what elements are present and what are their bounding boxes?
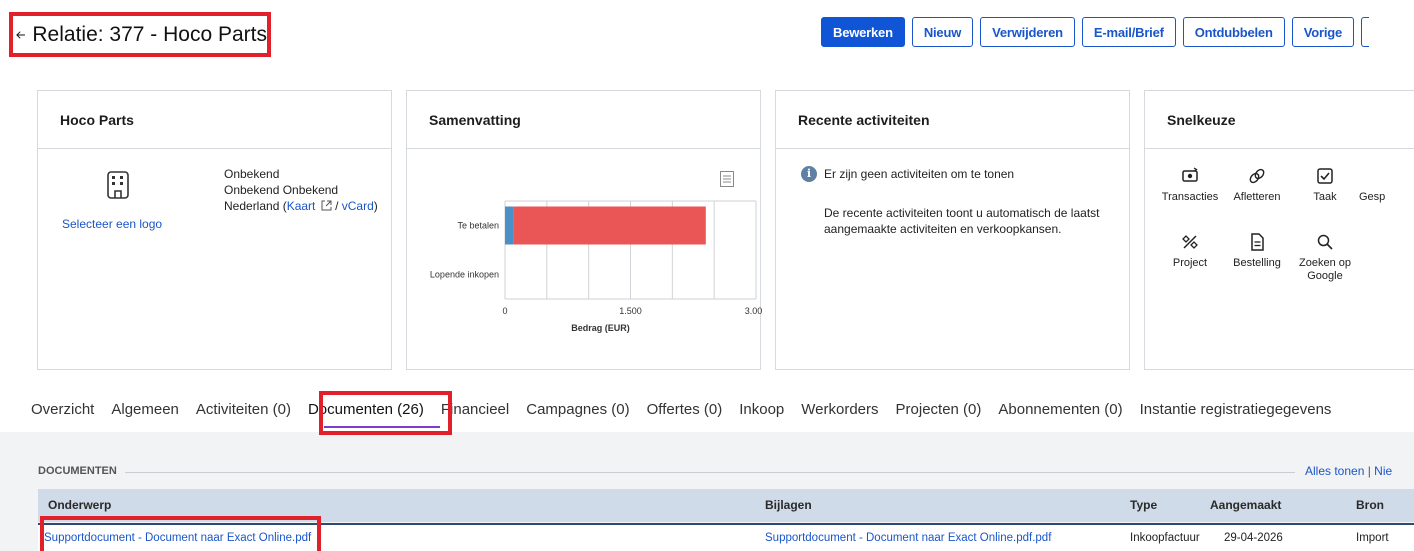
tab-projects[interactable]: Projecten (0) [896, 401, 982, 418]
column-subject[interactable]: Onderwerp [48, 498, 111, 512]
quick-link-transactions[interactable]: Transacties [1160, 167, 1220, 204]
x-tick-label: 0 [502, 306, 507, 316]
column-source[interactable]: Bron [1356, 498, 1384, 512]
document-created-date: 29-04-2026 [1224, 532, 1283, 544]
tab-instance-registration[interactable]: Instantie registratiegegevens [1140, 401, 1332, 418]
summary-bar-chart: Te betalen Lopende inkopen 0 1.500 3.000 Bedr… [430, 200, 762, 333]
quick-link-label: Bestelling [1233, 257, 1281, 269]
search-icon [1317, 234, 1333, 250]
address-line-1: Onbekend [224, 167, 280, 181]
tab-work-orders[interactable]: Werkorders [801, 401, 878, 418]
external-link-icon[interactable] [321, 200, 332, 211]
quick-link-order[interactable]: Bestelling [1227, 233, 1287, 270]
email-letter-button[interactable]: E-mail/Brief [1081, 17, 1176, 47]
quick-link-label: Afletteren [1233, 191, 1281, 203]
quick-link-task[interactable]: Taak [1295, 167, 1355, 204]
map-link[interactable]: Kaart [287, 199, 316, 213]
quick-link-reconcile[interactable]: Afletteren [1227, 167, 1287, 204]
page-title: Relatie: 377 - Hoco Parts [32, 22, 267, 46]
activities-card-title: Recente activiteiten [776, 91, 1129, 149]
edit-button[interactable]: Bewerken [821, 17, 905, 47]
x-tick-label: 3.000 [745, 306, 762, 316]
quick-link-project[interactable]: Project [1160, 233, 1220, 270]
project-icon [1182, 235, 1198, 249]
building-icon[interactable] [107, 171, 129, 199]
vcard-link[interactable]: vCard [342, 199, 374, 213]
summary-card: Samenvatting Te betalen Lopende inkopen 0 1… [406, 90, 762, 370]
address-block: Onbekend Onbekend Onbekend Nederland (Ka… [224, 166, 378, 214]
address-line-2: Onbekend Onbekend [224, 183, 339, 197]
info-icon: i [801, 166, 817, 182]
category-label: Lopende inkopen [430, 270, 499, 280]
link-icon [1249, 168, 1265, 184]
document-icon [1251, 233, 1264, 251]
column-type[interactable]: Type [1130, 498, 1157, 512]
document-attachment-link[interactable]: Supportdocument - Document naar Exact On… [765, 532, 1051, 544]
address-country-line: Nederland (Kaart / vCard) [224, 198, 378, 214]
tab-purchase[interactable]: Inkoop [739, 401, 784, 418]
new-button[interactable]: Nieuw [911, 17, 974, 47]
quick-link-label: Gesp [1359, 191, 1386, 203]
new-document-link[interactable]: Nie [1374, 464, 1392, 478]
activities-card: Recente activiteiten i Er zijn geen acti… [775, 90, 1130, 370]
quick-link-label: Taak [1313, 191, 1337, 203]
delete-button[interactable]: Verwijderen [980, 17, 1075, 47]
summary-card-body: Te betalen Lopende inkopen 0 1.500 3.000 Bedr… [407, 149, 762, 369]
summary-card-title: Samenvatting [407, 91, 760, 149]
country: Nederland ( [224, 199, 287, 213]
company-card-title: Hoco Parts [38, 91, 391, 149]
quick-link-label: Project [1172, 257, 1208, 269]
column-attachments[interactable]: Bijlagen [765, 498, 812, 512]
company-card: Hoco Parts Selecteer een logo Onbekend O… [37, 90, 392, 370]
previous-button[interactable]: Vorige [1291, 17, 1355, 47]
transactions-icon [1182, 167, 1198, 182]
bar-blue-0 [505, 206, 514, 245]
tab-activities[interactable]: Activiteiten (0) [196, 401, 291, 418]
no-activities-text: Er zijn geen activiteiten om te tonen [824, 167, 1015, 181]
toolbar: Bewerken Nieuw Verwijderen E-mail/Brief … [821, 17, 1370, 47]
tab-general[interactable]: Algemeen [111, 401, 179, 418]
select-logo-link[interactable]: Selecteer een logo [62, 217, 162, 231]
quick-link-conversation[interactable]: Gesp [1359, 191, 1409, 204]
section-divider [125, 472, 1295, 473]
category-label: Te betalen [457, 221, 499, 231]
checkbox-icon [1317, 168, 1333, 184]
document-source: Import [1356, 532, 1389, 544]
link-separator: / [331, 199, 342, 213]
arrow-left-icon[interactable] [15, 23, 26, 47]
show-all-link[interactable]: Alles tonen [1305, 464, 1364, 478]
quick-links-card-title: Snelkeuze [1145, 91, 1414, 149]
tab-highlight [319, 391, 452, 435]
dedupe-button[interactable]: Ontdubbelen [1182, 17, 1285, 47]
tab-bar: Overzicht Algemeen Activiteiten (0) Docu… [31, 401, 1348, 418]
quick-links-card: Snelkeuze Transacties Afletteren Taak Ge… [1144, 90, 1414, 370]
documents-section-title: DOCUMENTEN [38, 465, 117, 477]
x-tick-label: 1.500 [619, 306, 642, 316]
title-highlight: Relatie: 377 - Hoco Parts [9, 12, 271, 57]
close-paren: ) [373, 199, 378, 213]
document-type: Inkoopfactuur [1130, 532, 1200, 544]
column-created[interactable]: Aangemaakt [1210, 498, 1281, 512]
bar-red-0 [513, 206, 706, 245]
next-button[interactable] [1361, 17, 1370, 47]
tab-quotes[interactable]: Offertes (0) [647, 401, 723, 418]
quick-link-label: Zoeken op Google [1299, 257, 1351, 282]
tab-campaigns[interactable]: Campagnes (0) [526, 401, 629, 418]
x-axis-label: Bedrag (EUR) [571, 323, 630, 333]
activities-description: De recente activiteiten toont u automati… [824, 206, 1100, 236]
tab-subscriptions[interactable]: Abonnementen (0) [998, 401, 1122, 418]
tab-overview[interactable]: Overzicht [31, 401, 94, 418]
quick-link-google-search[interactable]: Zoeken op Google [1295, 233, 1355, 283]
row-highlight [40, 516, 321, 551]
link-separator: | [1364, 464, 1375, 478]
section-links: Alles tonen | Nie [1305, 464, 1392, 478]
quick-link-label: Transacties [1161, 191, 1219, 203]
relation-page: Relatie: 377 - Hoco Parts Bewerken Nieuw… [0, 0, 1414, 551]
